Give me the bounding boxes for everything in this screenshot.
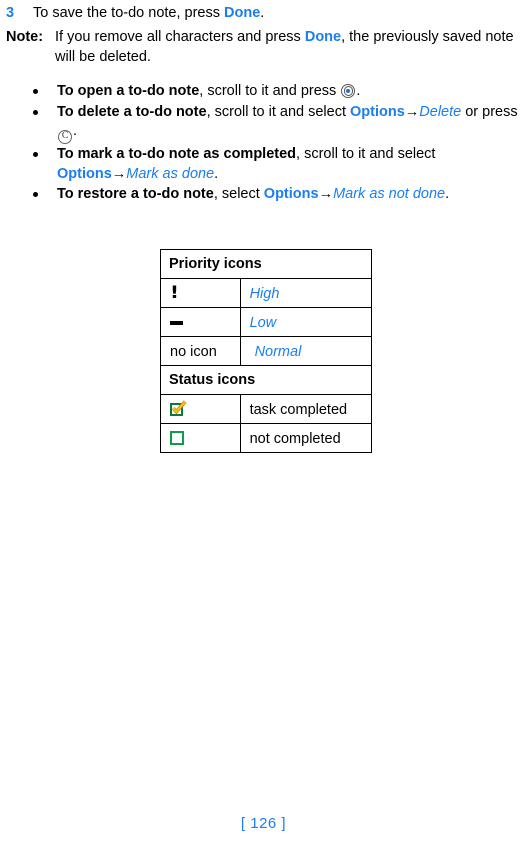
arrow-icon: → [318,186,334,202]
checked-box-icon [170,400,187,417]
list-item: To delete a to-do note, scroll to it and… [30,103,527,144]
bullet-4-text2: . [445,186,450,202]
list-item: To restore a to-do note, select Options→… [30,185,527,205]
status-icons-header: Status icons [160,365,372,395]
bullet-dot-icon [33,192,38,197]
bullet-dot-icon [33,89,38,94]
menu-options-label: Options [263,186,319,202]
note-text: If you remove all characters and press D… [55,28,527,67]
table-row: Low [160,307,373,337]
arrow-icon: → [404,103,420,120]
bullet-1-text1: , scroll to it and press [199,83,341,99]
bullet-2-lead: To delete a to-do note [57,103,207,120]
priority-low-label-cell: Low [239,307,373,337]
priority-high-icon-cell: ! [160,278,241,308]
bullet-list: To open a to-do note, scroll to it and p… [30,82,527,206]
step-text-part2: . [260,5,265,21]
arrow-icon: → [111,165,127,182]
check-mark-icon [171,400,187,415]
status-completed-icon-cell [160,394,241,424]
table-row: task completed [160,394,373,424]
note-block: Note: If you remove all characters and p… [6,28,527,67]
menu-item-mark-as-not-done: Mark as not done [333,186,446,202]
table-row-header-priority: Priority icons [160,249,372,279]
icon-reference-table: Priority icons ! High Low no icon Normal… [160,249,373,453]
table-row: no icon Normal [160,336,373,366]
menu-item-mark-as-done: Mark as done [126,165,215,182]
bullet-3-text1: , scroll to it and select [296,146,436,162]
empty-box-icon [170,431,184,445]
bullet-dot-icon [33,152,38,157]
bullet-3-text2: . [214,165,219,182]
priority-low-label: Low [249,314,277,331]
softkey-done-label: Done [224,5,261,21]
status-notcompleted-label-cell: not completed [239,423,373,453]
table-row-header-status: Status icons [160,365,372,395]
status-completed-label: task completed [249,401,348,418]
step-3: 3 To save the to-do note, press Done. [6,4,521,23]
page-number-footer: [ 126 ] [240,815,287,832]
exclamation-icon: ! [170,282,179,303]
status-completed-label-cell: task completed [239,394,373,424]
table-row: not completed [160,423,373,453]
bullet-2-text1: , scroll to it and select [206,103,351,120]
bullet-1-lead: To open a to-do note [57,83,200,99]
bullet-4-text1: , select [213,186,264,202]
list-item: To open a to-do note, scroll to it and p… [30,82,527,102]
bullet-4-lead: To restore a to-do note [57,186,214,202]
note-text-part1: If you remove all characters and press [55,29,305,45]
dash-icon [170,320,183,325]
note-label: Note: [6,29,44,45]
step-number: 3 [6,5,15,21]
bullet-3-lead: To mark a to-do note as completed [57,146,297,162]
bullet-2-text2: or press [461,103,518,120]
menu-item-delete: Delete [419,103,462,120]
priority-normal-icon-cell: no icon [160,336,241,366]
list-item: To mark a to-do note as completed, scrol… [30,145,527,184]
step-text: To save the to-do note, press Done. [33,4,521,23]
status-notcompleted-icon-cell [160,423,241,453]
priority-high-label-cell: High [239,278,373,308]
priority-normal-label-cell: Normal [239,336,373,366]
manual-page: 3 To save the to-do note, press Done. No… [0,0,527,841]
priority-icons-header: Priority icons [160,249,372,279]
no-icon-text: no icon [170,343,217,360]
status-notcompleted-label: not completed [249,430,341,447]
priority-low-icon-cell [160,307,241,337]
bullet-1-text2: . [356,83,361,99]
bullet-2-text3: . [73,123,78,139]
step-text-part1: To save the to-do note, press [33,5,225,21]
select-key-icon [341,84,356,98]
clear-key-icon: C [58,130,72,144]
priority-normal-label: Normal [254,343,302,360]
priority-high-label: High [249,285,280,302]
menu-options-label: Options [57,165,112,182]
table-row: ! High [160,278,373,308]
softkey-done-label-2: Done [304,29,342,45]
bullet-dot-icon [33,109,38,115]
menu-options-label: Options [350,103,405,120]
